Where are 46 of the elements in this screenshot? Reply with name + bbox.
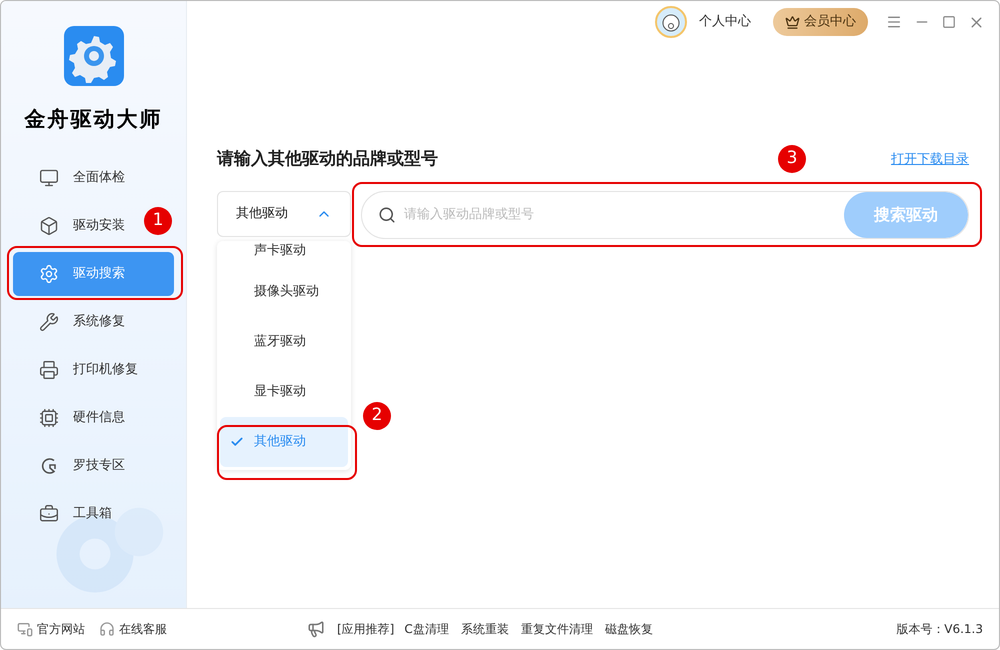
website-link[interactable]: 官方网站 [17,620,85,638]
search-title: 请输入其他驱动的品牌或型号 [217,148,438,171]
version-text: 版本号：V6.1.3 [896,621,983,638]
sidebar-item[interactable]: 驱动安装 [13,204,129,248]
annotation-number: 3 [778,145,806,173]
annotation-number: 2 [363,402,391,430]
megaphone-icon [307,620,325,638]
box-icon [39,216,59,236]
dropdown-option[interactable]: 声卡驱动 [220,240,348,266]
headset-icon [99,621,115,637]
category-dropdown[interactable]: 其他驱动 [217,190,351,236]
promo-link[interactable]: 重复文件清理 [520,620,593,638]
menu-icon[interactable] [886,14,902,30]
sidebar-item[interactable]: 工具箱 [13,492,116,536]
sidebar-item[interactable]: 罗技专区 [13,444,129,488]
dropdown-option[interactable]: 蓝牙驱动 [220,316,348,366]
app-name: 金舟驱动大师 [24,106,162,133]
wrench-icon [39,312,59,332]
dropdown-option[interactable]: 显卡驱动 [220,366,348,416]
vip-button[interactable]: 会员中心 [773,8,868,36]
sidebar-item[interactable]: 全面体检 [13,156,129,200]
check-icon [230,434,244,448]
promo-link[interactable]: 系统重装 [460,620,509,638]
sidebar-item[interactable]: 打印机修复 [13,348,142,392]
search-icon [378,206,396,224]
promo-link[interactable]: C盘清理 [404,620,449,638]
promo-label: [应用推荐] [337,621,394,638]
footer-link-text[interactable]: 在线客服 [119,620,167,638]
promo-link[interactable]: 磁盘恢复 [604,620,653,638]
footer-link-text[interactable]: 官方网站 [37,620,85,638]
sidebar-item[interactable]: 硬件信息 [13,396,129,440]
hook-icon [39,456,59,476]
support-link[interactable]: 在线客服 [99,620,167,638]
chip-icon [39,408,59,428]
app-logo-icon [64,26,124,86]
user-center-link[interactable]: 个人中心 [699,12,751,32]
sidebar-item[interactable]: 系统修复 [13,300,129,344]
crown-icon [785,14,800,30]
monitor-icon [39,168,59,188]
dropdown-option[interactable]: 摄像头驱动 [220,266,348,316]
toolbox-icon [39,504,59,524]
printer-icon [39,360,59,380]
gear-icon [39,264,59,284]
maximize-icon[interactable] [942,15,956,29]
avatar-icon [655,6,687,38]
monitor-icon [17,621,33,637]
